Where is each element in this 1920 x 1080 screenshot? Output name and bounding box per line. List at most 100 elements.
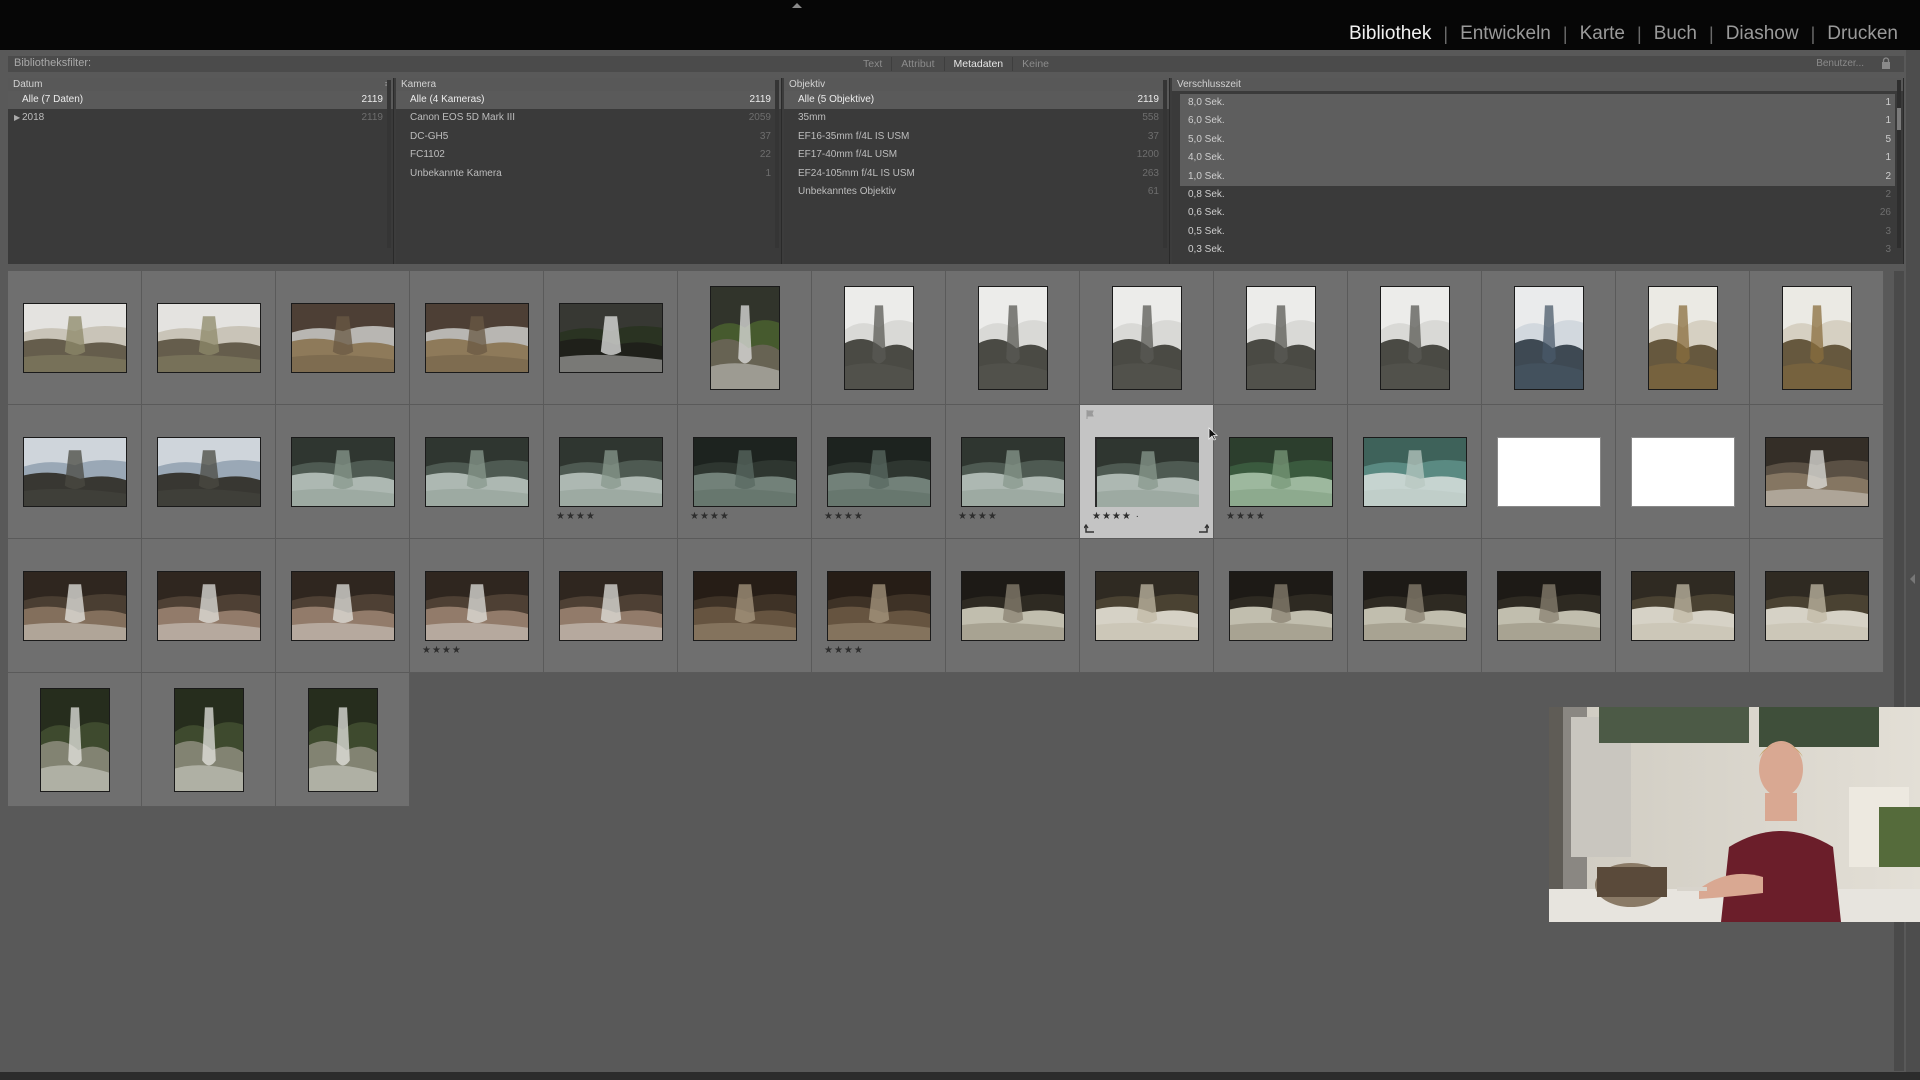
module-entwickeln[interactable]: Entwickeln bbox=[1460, 22, 1551, 46]
photo-thumbnail[interactable] bbox=[291, 303, 395, 373]
column-header-objektiv[interactable]: Objektiv bbox=[784, 78, 1169, 91]
expand-triangle-icon[interactable]: ▶ bbox=[14, 109, 20, 127]
photo-thumbnail[interactable] bbox=[693, 571, 797, 641]
photo-thumbnail[interactable] bbox=[23, 303, 127, 373]
photo-thumbnail[interactable] bbox=[1765, 571, 1869, 641]
thumbnail-cell[interactable] bbox=[1080, 539, 1214, 673]
column-header-datum[interactable]: Datum ≡ bbox=[8, 78, 393, 91]
photo-thumbnail[interactable] bbox=[559, 571, 663, 641]
grid-scrollbar[interactable] bbox=[1894, 271, 1904, 1071]
filter-tab-text[interactable]: Text bbox=[854, 57, 891, 71]
photo-thumbnail[interactable] bbox=[425, 571, 529, 641]
metadata-row[interactable]: EF17-40mm f/4L USM 1200 bbox=[784, 146, 1169, 164]
photo-thumbnail[interactable] bbox=[174, 688, 244, 792]
thumbnail-cell[interactable] bbox=[8, 271, 142, 405]
photo-thumbnail[interactable] bbox=[308, 688, 378, 792]
thumbnail-cell[interactable] bbox=[1750, 539, 1884, 673]
thumbnail-cell[interactable] bbox=[276, 405, 410, 539]
metadata-row[interactable]: 0,5 Sek. 3 bbox=[1180, 223, 1895, 241]
photo-thumbnail[interactable] bbox=[1631, 571, 1735, 641]
photo-thumbnail[interactable] bbox=[827, 437, 931, 507]
thumbnail-cell[interactable] bbox=[1482, 405, 1616, 539]
module-drucken[interactable]: Drucken bbox=[1827, 22, 1898, 46]
thumbnail-cell[interactable] bbox=[1348, 539, 1482, 673]
thumbnail-cell[interactable]: ★★★★ bbox=[812, 405, 946, 539]
metadata-row[interactable]: 0,6 Sek. 26 bbox=[1180, 204, 1895, 222]
lock-icon[interactable] bbox=[1880, 57, 1892, 70]
photo-thumbnail[interactable] bbox=[1363, 437, 1467, 507]
thumbnail-cell[interactable] bbox=[142, 539, 276, 673]
metadata-row[interactable]: DC-GH5 37 bbox=[396, 128, 781, 146]
star-rating[interactable]: ★★★★ bbox=[690, 511, 730, 522]
thumbnail-cell[interactable] bbox=[410, 405, 544, 539]
metadata-row[interactable]: 1,0 Sek. 2 bbox=[1180, 167, 1895, 186]
thumbnail-cell[interactable]: ★★★★ bbox=[946, 405, 1080, 539]
metadata-row[interactable]: 0,8 Sek. 2 bbox=[1180, 186, 1895, 204]
photo-thumbnail[interactable] bbox=[1514, 286, 1584, 390]
thumbnail-cell[interactable] bbox=[1214, 271, 1348, 405]
thumbnail-cell[interactable] bbox=[1482, 271, 1616, 405]
thumbnail-cell[interactable] bbox=[1750, 405, 1884, 539]
star-rating[interactable]: ★★★★ bbox=[958, 511, 998, 522]
metadata-row[interactable]: Alle (4 Kameras) 2119 bbox=[396, 91, 781, 110]
rotate-left-icon[interactable] bbox=[1084, 524, 1096, 534]
photo-thumbnail[interactable] bbox=[1112, 286, 1182, 390]
photo-thumbnail[interactable] bbox=[425, 303, 529, 373]
photo-thumbnail[interactable] bbox=[1246, 286, 1316, 390]
thumbnail-cell[interactable] bbox=[142, 405, 276, 539]
photo-thumbnail[interactable] bbox=[1782, 286, 1852, 390]
thumbnail-cell[interactable] bbox=[544, 539, 678, 673]
thumbnail-cell[interactable] bbox=[142, 271, 276, 405]
metadata-row[interactable]: Alle (7 Daten) 2119 bbox=[8, 91, 393, 110]
metadata-row[interactable]: Canon EOS 5D Mark III 2059 bbox=[396, 109, 781, 127]
thumbnail-cell[interactable] bbox=[678, 539, 812, 673]
metadata-row[interactable]: 8,0 Sek. 1 bbox=[1180, 94, 1895, 113]
thumbnail-cell[interactable]: ★★★★ · bbox=[1080, 405, 1214, 539]
scrollbar-thumb[interactable] bbox=[1897, 108, 1901, 130]
photo-thumbnail[interactable] bbox=[291, 571, 395, 641]
thumbnail-cell[interactable] bbox=[946, 271, 1080, 405]
metadata-row[interactable]: Alle (5 Objektive) 2119 bbox=[784, 91, 1169, 110]
thumbnail-cell[interactable] bbox=[1616, 539, 1750, 673]
thumbnail-cell[interactable] bbox=[1214, 539, 1348, 673]
module-buch[interactable]: Buch bbox=[1654, 22, 1697, 46]
photo-thumbnail[interactable] bbox=[961, 437, 1065, 507]
photo-thumbnail[interactable] bbox=[1363, 571, 1467, 641]
photo-thumbnail[interactable] bbox=[844, 286, 914, 390]
photo-thumbnail[interactable] bbox=[1497, 437, 1601, 507]
photo-thumbnail[interactable] bbox=[1229, 437, 1333, 507]
thumbnail-cell[interactable] bbox=[1348, 405, 1482, 539]
column-scrollbar[interactable] bbox=[1163, 80, 1167, 248]
module-bibliothek[interactable]: Bibliothek bbox=[1349, 22, 1431, 46]
filter-tab-keine[interactable]: Keine bbox=[1012, 57, 1058, 71]
photo-thumbnail[interactable] bbox=[693, 437, 797, 507]
thumbnail-cell[interactable] bbox=[276, 539, 410, 673]
star-rating[interactable]: ★★★★ · bbox=[1092, 511, 1140, 522]
photo-thumbnail[interactable] bbox=[559, 303, 663, 373]
thumbnail-cell[interactable] bbox=[276, 673, 410, 807]
column-scrollbar[interactable] bbox=[775, 80, 779, 248]
photo-thumbnail[interactable] bbox=[961, 571, 1065, 641]
photo-thumbnail[interactable] bbox=[710, 286, 780, 390]
photo-thumbnail[interactable] bbox=[827, 571, 931, 641]
thumbnail-cell[interactable]: ★★★★ bbox=[1214, 405, 1348, 539]
expand-right-panel-arrow-icon[interactable] bbox=[1910, 574, 1915, 584]
thumbnail-cell[interactable] bbox=[1616, 271, 1750, 405]
column-header-kamera[interactable]: Kamera bbox=[396, 78, 781, 91]
metadata-row[interactable]: ▶ 2018 2119 bbox=[8, 109, 393, 127]
thumbnail-cell[interactable]: ★★★★ bbox=[410, 539, 544, 673]
thumbnail-cell[interactable] bbox=[142, 673, 276, 807]
filter-preset-dropdown[interactable]: Benutzer... bbox=[1816, 58, 1864, 69]
thumbnail-cell[interactable] bbox=[1080, 271, 1214, 405]
thumbnail-cell[interactable] bbox=[544, 271, 678, 405]
metadata-row[interactable]: 4,0 Sek. 1 bbox=[1180, 149, 1895, 168]
photo-thumbnail[interactable] bbox=[1095, 437, 1199, 507]
thumbnail-cell[interactable] bbox=[946, 539, 1080, 673]
filter-tab-metadaten[interactable]: Metadaten bbox=[943, 57, 1013, 71]
photo-thumbnail[interactable] bbox=[23, 571, 127, 641]
column-header-verschlusszeit[interactable]: Verschlusszeit bbox=[1172, 78, 1903, 91]
metadata-row[interactable]: 6,0 Sek. 1 bbox=[1180, 112, 1895, 131]
metadata-row[interactable]: Unbekannte Kamera 1 bbox=[396, 165, 781, 183]
rotate-right-icon[interactable] bbox=[1197, 524, 1209, 534]
module-diashow[interactable]: Diashow bbox=[1726, 22, 1799, 46]
